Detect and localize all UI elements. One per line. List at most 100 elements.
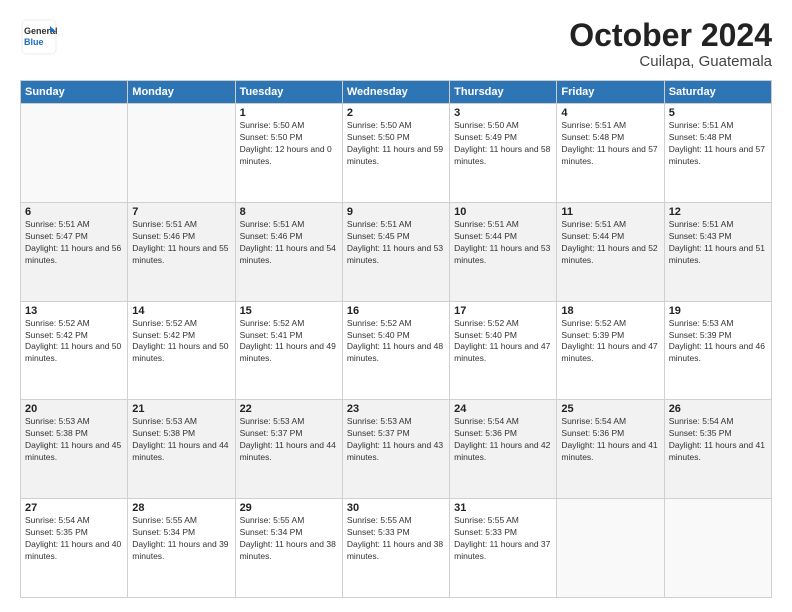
day-number: 9 xyxy=(347,206,445,218)
day-number: 11 xyxy=(561,206,659,218)
day-number: 31 xyxy=(454,502,552,514)
day-number: 18 xyxy=(561,305,659,317)
day-info: Sunrise: 5:51 AMSunset: 5:44 PMDaylight:… xyxy=(454,219,552,267)
day-number: 1 xyxy=(240,107,338,119)
calendar-day-cell: 15Sunrise: 5:52 AMSunset: 5:41 PMDayligh… xyxy=(235,301,342,400)
calendar-day-cell: 18Sunrise: 5:52 AMSunset: 5:39 PMDayligh… xyxy=(557,301,664,400)
calendar-day-cell: 20Sunrise: 5:53 AMSunset: 5:38 PMDayligh… xyxy=(21,400,128,499)
calendar-day-cell: 25Sunrise: 5:54 AMSunset: 5:36 PMDayligh… xyxy=(557,400,664,499)
day-number: 23 xyxy=(347,403,445,415)
day-number: 21 xyxy=(132,403,230,415)
calendar-day-cell: 8Sunrise: 5:51 AMSunset: 5:46 PMDaylight… xyxy=(235,202,342,301)
day-number: 16 xyxy=(347,305,445,317)
day-info: Sunrise: 5:52 AMSunset: 5:39 PMDaylight:… xyxy=(561,318,659,366)
day-info: Sunrise: 5:54 AMSunset: 5:36 PMDaylight:… xyxy=(561,416,659,464)
calendar-day-cell: 4Sunrise: 5:51 AMSunset: 5:48 PMDaylight… xyxy=(557,104,664,203)
day-number: 7 xyxy=(132,206,230,218)
calendar-day-cell: 17Sunrise: 5:52 AMSunset: 5:40 PMDayligh… xyxy=(450,301,557,400)
day-info: Sunrise: 5:51 AMSunset: 5:48 PMDaylight:… xyxy=(561,120,659,168)
header: General Blue October 2024 Cuilapa, Guate… xyxy=(20,18,772,70)
month-title: October 2024 xyxy=(569,18,772,53)
day-number: 2 xyxy=(347,107,445,119)
calendar-day-cell: 9Sunrise: 5:51 AMSunset: 5:45 PMDaylight… xyxy=(342,202,449,301)
calendar-day-cell: 26Sunrise: 5:54 AMSunset: 5:35 PMDayligh… xyxy=(664,400,771,499)
weekday-header: Wednesday xyxy=(342,81,449,104)
calendar-week-row: 13Sunrise: 5:52 AMSunset: 5:42 PMDayligh… xyxy=(21,301,772,400)
calendar-day-cell: 13Sunrise: 5:52 AMSunset: 5:42 PMDayligh… xyxy=(21,301,128,400)
svg-text:Blue: Blue xyxy=(24,37,44,47)
day-number: 24 xyxy=(454,403,552,415)
day-info: Sunrise: 5:52 AMSunset: 5:41 PMDaylight:… xyxy=(240,318,338,366)
calendar-week-row: 1Sunrise: 5:50 AMSunset: 5:50 PMDaylight… xyxy=(21,104,772,203)
day-number: 26 xyxy=(669,403,767,415)
day-number: 25 xyxy=(561,403,659,415)
day-info: Sunrise: 5:54 AMSunset: 5:36 PMDaylight:… xyxy=(454,416,552,464)
page: General Blue October 2024 Cuilapa, Guate… xyxy=(0,0,792,612)
day-number: 3 xyxy=(454,107,552,119)
calendar-day-cell: 27Sunrise: 5:54 AMSunset: 5:35 PMDayligh… xyxy=(21,499,128,598)
calendar-day-cell: 23Sunrise: 5:53 AMSunset: 5:37 PMDayligh… xyxy=(342,400,449,499)
day-number: 13 xyxy=(25,305,123,317)
day-info: Sunrise: 5:55 AMSunset: 5:34 PMDaylight:… xyxy=(132,515,230,563)
day-info: Sunrise: 5:53 AMSunset: 5:37 PMDaylight:… xyxy=(240,416,338,464)
day-info: Sunrise: 5:53 AMSunset: 5:38 PMDaylight:… xyxy=(25,416,123,464)
logo-icon: General Blue xyxy=(20,18,58,56)
day-info: Sunrise: 5:54 AMSunset: 5:35 PMDaylight:… xyxy=(25,515,123,563)
day-number: 22 xyxy=(240,403,338,415)
day-info: Sunrise: 5:53 AMSunset: 5:38 PMDaylight:… xyxy=(132,416,230,464)
calendar-day-cell: 29Sunrise: 5:55 AMSunset: 5:34 PMDayligh… xyxy=(235,499,342,598)
day-info: Sunrise: 5:51 AMSunset: 5:43 PMDaylight:… xyxy=(669,219,767,267)
day-number: 10 xyxy=(454,206,552,218)
day-number: 27 xyxy=(25,502,123,514)
calendar-day-cell: 16Sunrise: 5:52 AMSunset: 5:40 PMDayligh… xyxy=(342,301,449,400)
calendar-day-cell: 22Sunrise: 5:53 AMSunset: 5:37 PMDayligh… xyxy=(235,400,342,499)
weekday-header: Sunday xyxy=(21,81,128,104)
day-number: 12 xyxy=(669,206,767,218)
calendar-day-cell: 14Sunrise: 5:52 AMSunset: 5:42 PMDayligh… xyxy=(128,301,235,400)
weekday-header: Tuesday xyxy=(235,81,342,104)
day-number: 19 xyxy=(669,305,767,317)
calendar-day-cell: 11Sunrise: 5:51 AMSunset: 5:44 PMDayligh… xyxy=(557,202,664,301)
weekday-header: Monday xyxy=(128,81,235,104)
day-number: 4 xyxy=(561,107,659,119)
weekday-header: Friday xyxy=(557,81,664,104)
day-info: Sunrise: 5:50 AMSunset: 5:49 PMDaylight:… xyxy=(454,120,552,168)
day-number: 30 xyxy=(347,502,445,514)
calendar-day-cell: 1Sunrise: 5:50 AMSunset: 5:50 PMDaylight… xyxy=(235,104,342,203)
calendar-day-cell: 28Sunrise: 5:55 AMSunset: 5:34 PMDayligh… xyxy=(128,499,235,598)
day-info: Sunrise: 5:53 AMSunset: 5:37 PMDaylight:… xyxy=(347,416,445,464)
day-info: Sunrise: 5:50 AMSunset: 5:50 PMDaylight:… xyxy=(240,120,338,168)
calendar: SundayMondayTuesdayWednesdayThursdayFrid… xyxy=(20,80,772,598)
day-info: Sunrise: 5:55 AMSunset: 5:34 PMDaylight:… xyxy=(240,515,338,563)
day-info: Sunrise: 5:51 AMSunset: 5:45 PMDaylight:… xyxy=(347,219,445,267)
day-info: Sunrise: 5:52 AMSunset: 5:42 PMDaylight:… xyxy=(25,318,123,366)
calendar-day-cell: 2Sunrise: 5:50 AMSunset: 5:50 PMDaylight… xyxy=(342,104,449,203)
day-info: Sunrise: 5:51 AMSunset: 5:48 PMDaylight:… xyxy=(669,120,767,168)
calendar-day-cell: 6Sunrise: 5:51 AMSunset: 5:47 PMDaylight… xyxy=(21,202,128,301)
logo: General Blue xyxy=(20,18,58,61)
location: Cuilapa, Guatemala xyxy=(569,53,772,70)
calendar-day-cell xyxy=(557,499,664,598)
calendar-day-cell: 21Sunrise: 5:53 AMSunset: 5:38 PMDayligh… xyxy=(128,400,235,499)
calendar-week-row: 20Sunrise: 5:53 AMSunset: 5:38 PMDayligh… xyxy=(21,400,772,499)
day-info: Sunrise: 5:52 AMSunset: 5:42 PMDaylight:… xyxy=(132,318,230,366)
calendar-day-cell xyxy=(128,104,235,203)
day-info: Sunrise: 5:51 AMSunset: 5:46 PMDaylight:… xyxy=(240,219,338,267)
day-number: 5 xyxy=(669,107,767,119)
day-info: Sunrise: 5:51 AMSunset: 5:47 PMDaylight:… xyxy=(25,219,123,267)
calendar-day-cell: 30Sunrise: 5:55 AMSunset: 5:33 PMDayligh… xyxy=(342,499,449,598)
day-number: 8 xyxy=(240,206,338,218)
calendar-day-cell: 7Sunrise: 5:51 AMSunset: 5:46 PMDaylight… xyxy=(128,202,235,301)
day-number: 29 xyxy=(240,502,338,514)
title-block: October 2024 Cuilapa, Guatemala xyxy=(569,18,772,70)
calendar-day-cell xyxy=(21,104,128,203)
day-number: 17 xyxy=(454,305,552,317)
day-info: Sunrise: 5:54 AMSunset: 5:35 PMDaylight:… xyxy=(669,416,767,464)
weekday-header: Saturday xyxy=(664,81,771,104)
day-info: Sunrise: 5:50 AMSunset: 5:50 PMDaylight:… xyxy=(347,120,445,168)
calendar-week-row: 6Sunrise: 5:51 AMSunset: 5:47 PMDaylight… xyxy=(21,202,772,301)
day-number: 6 xyxy=(25,206,123,218)
calendar-week-row: 27Sunrise: 5:54 AMSunset: 5:35 PMDayligh… xyxy=(21,499,772,598)
calendar-day-cell: 3Sunrise: 5:50 AMSunset: 5:49 PMDaylight… xyxy=(450,104,557,203)
day-info: Sunrise: 5:51 AMSunset: 5:44 PMDaylight:… xyxy=(561,219,659,267)
